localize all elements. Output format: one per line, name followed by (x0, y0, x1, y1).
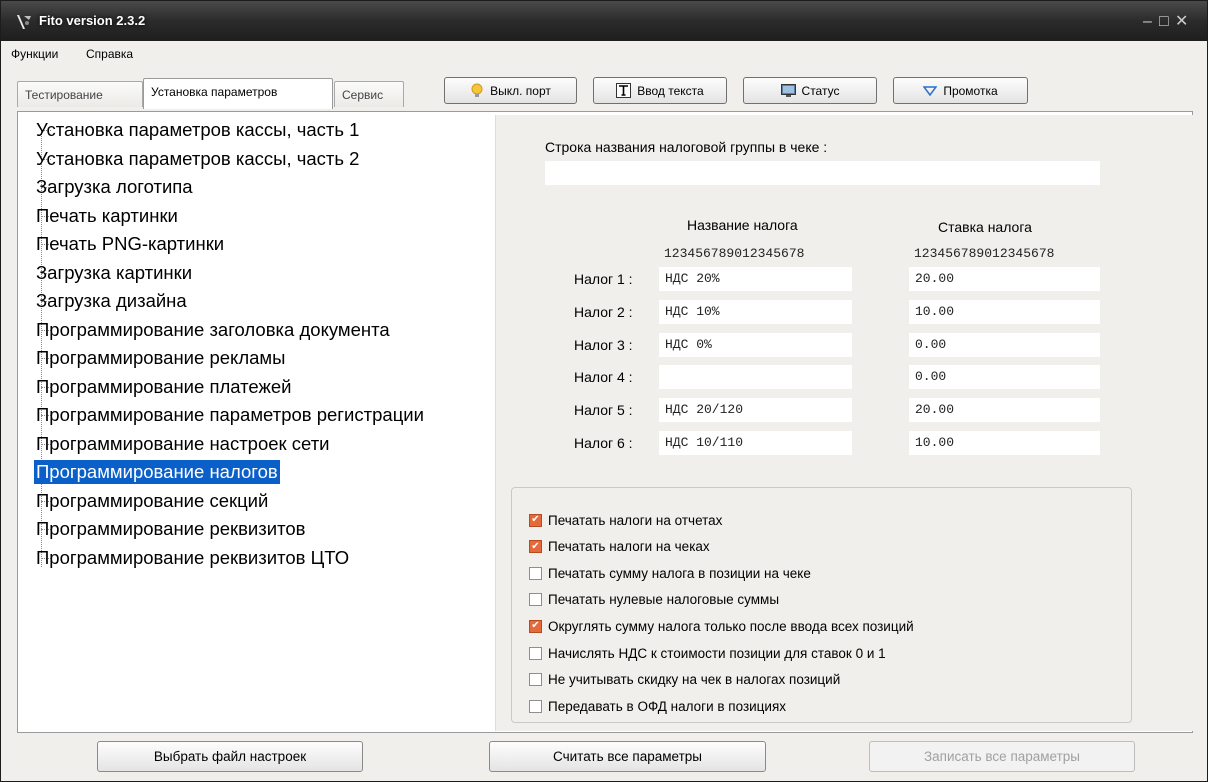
tax-row-label: Налог 5 : (574, 402, 633, 419)
menu-help[interactable]: Справка (86, 47, 133, 61)
tax-name-ruler: 123456789012345678 (664, 246, 805, 261)
read-all-params-button[interactable]: Считать все параметры (489, 741, 766, 772)
tab-testing[interactable]: Тестирование (17, 81, 143, 107)
tree-item[interactable]: Программирование реквизитов (34, 517, 307, 541)
tab-settings[interactable]: Установка параметров (143, 78, 333, 109)
tax-option-label: Печатать налоги на чеках (548, 539, 710, 555)
tree-item[interactable]: Загрузка логотипа (34, 175, 195, 199)
tax-group-label: Строка названия налоговой группы в чеке … (545, 139, 828, 155)
tax-option-label: Не учитывать скидку на чек в налогах поз… (548, 672, 841, 688)
monitor-icon (780, 84, 796, 97)
tax-option-row[interactable]: ✔ Печатать налоги на отчетах (529, 510, 722, 530)
tax-name-input[interactable]: НДС 20/120 (659, 398, 852, 423)
tax-name-input[interactable]: НДС 10/110 (659, 431, 852, 455)
tree-item[interactable]: Установка параметров кассы, часть 1 (34, 118, 361, 142)
tax-option-label: Печатать налоги на отчетах (548, 512, 723, 528)
tree-item[interactable]: Загрузка дизайна (34, 289, 189, 313)
tax-rate-header: Ставка налога (938, 219, 1032, 235)
tax-option-row[interactable]: Печатать сумму налога в позиции на чеке (529, 563, 811, 583)
tax-rate-input[interactable]: 0.00 (909, 365, 1100, 390)
tree-item[interactable]: Печать картинки (34, 204, 180, 228)
tax-rate-input[interactable]: 20.00 (909, 398, 1100, 423)
maximize-icon[interactable]: □ (1159, 13, 1175, 31)
tree-item[interactable]: Программирование реквизитов ЦТО (34, 546, 351, 570)
tax-option-label: Печатать сумму налога в позиции на чеке (548, 565, 811, 581)
tab-service[interactable]: Сервис (334, 81, 404, 107)
tax-option-checkbox[interactable] (529, 646, 542, 660)
status-button[interactable]: Статус (743, 77, 877, 104)
triangle-down-icon (923, 85, 938, 96)
tax-option-row[interactable]: Печатать нулевые налоговые суммы (529, 590, 779, 610)
tree-item[interactable]: Установка параметров кассы, часть 2 (34, 147, 361, 171)
text-icon (616, 83, 632, 98)
window-controls: –□✕ (1143, 11, 1191, 31)
tax-option-checkbox[interactable] (529, 699, 542, 713)
tax-option-checkbox[interactable] (529, 593, 542, 607)
tax-option-label: Печатать нулевые налоговые суммы (548, 592, 780, 608)
tax-option-checkbox[interactable]: ✔ (529, 619, 542, 633)
text-input-label: Ввод текста (637, 83, 704, 98)
app-window: Fito version 2.3.2 –□✕ Функции Справка Т… (0, 0, 1208, 782)
tree-item[interactable]: Программирование секций (34, 489, 270, 513)
tax-rate-input[interactable]: 0.00 (909, 332, 1100, 357)
tax-row-label: Налог 3 : (574, 336, 633, 353)
tree-item[interactable]: Программирование налогов (34, 460, 280, 484)
tax-name-input[interactable] (659, 365, 852, 390)
tax-name-input[interactable]: НДС 10% (659, 299, 852, 324)
app-logo-icon (17, 15, 31, 29)
tax-option-row[interactable]: Передавать в ОФД налоги в позициях (529, 696, 786, 716)
tree-item[interactable]: Программирование параметров регистрации (34, 403, 426, 427)
tax-option-label: Начислять НДС к стоимости позиции для ст… (548, 645, 886, 661)
tax-row-label: Налог 4 : (574, 369, 633, 386)
port-off-button[interactable]: Выкл. порт (444, 77, 577, 104)
tax-option-label: Передавать в ОФД налоги в позициях (548, 698, 787, 714)
tax-row-label: Налог 2 : (574, 303, 633, 320)
tree-item[interactable]: Программирование платежей (34, 375, 293, 399)
feed-button[interactable]: Промотка (893, 77, 1028, 104)
tax-option-checkbox[interactable] (529, 673, 542, 687)
tax-row-label: Налог 1 : (574, 271, 633, 287)
tax-rate-input[interactable]: 10.00 (909, 431, 1100, 455)
tax-option-row[interactable]: ✔ Округлять сумму налога только после вво… (529, 616, 914, 636)
tax-name-header: Название налога (687, 217, 798, 233)
tree-item[interactable]: Загрузка картинки (34, 261, 194, 285)
tree-item[interactable]: Программирование рекламы (34, 346, 287, 370)
tax-name-input[interactable]: НДС 0% (659, 332, 852, 357)
tax-option-label: Округлять сумму налога только после ввод… (548, 618, 914, 634)
tree-item[interactable]: Печать PNG-картинки (34, 232, 226, 256)
tax-option-checkbox[interactable]: ✔ (529, 540, 542, 554)
text-input-button[interactable]: Ввод текста (593, 77, 727, 104)
tax-option-row[interactable]: Начислять НДС к стоимости позиции для ст… (529, 643, 886, 663)
menu-bar: Функции Справка (2, 41, 1206, 67)
tax-rate-ruler: 123456789012345678 (914, 246, 1055, 261)
title-bar[interactable]: Fito version 2.3.2 –□✕ (1, 1, 1207, 41)
tax-rate-input[interactable]: 10.00 (909, 299, 1100, 324)
window-title: Fito version 2.3.2 (39, 13, 146, 28)
menu-functions[interactable]: Функции (11, 47, 58, 61)
tax-rate-input[interactable]: 20.00 (909, 267, 1100, 291)
tax-option-checkbox[interactable]: ✔ (529, 513, 542, 527)
lightbulb-icon (471, 83, 483, 97)
write-all-params-button[interactable]: Записать все параметры (869, 741, 1135, 772)
minimize-icon[interactable]: – (1143, 13, 1159, 31)
close-icon[interactable]: ✕ (1175, 11, 1191, 31)
tree-item[interactable]: Программирование настроек сети (34, 432, 332, 456)
tree-item[interactable]: Программирование заголовка документа (34, 318, 392, 342)
feed-label: Промотка (943, 83, 998, 98)
choose-settings-file-button[interactable]: Выбрать файл настроек (97, 741, 363, 772)
tax-option-row[interactable]: Не учитывать скидку на чек в налогах поз… (529, 670, 840, 690)
tax-option-row[interactable]: ✔ Печатать налоги на чеках (529, 537, 710, 557)
tax-name-input[interactable]: НДС 20% (659, 267, 852, 291)
tax-option-checkbox[interactable] (529, 566, 542, 580)
tax-group-input[interactable] (545, 161, 1100, 185)
tax-row-label: Налог 6 : (574, 435, 633, 451)
status-label: Статус (801, 83, 840, 98)
port-off-label: Выкл. порт (490, 83, 551, 98)
